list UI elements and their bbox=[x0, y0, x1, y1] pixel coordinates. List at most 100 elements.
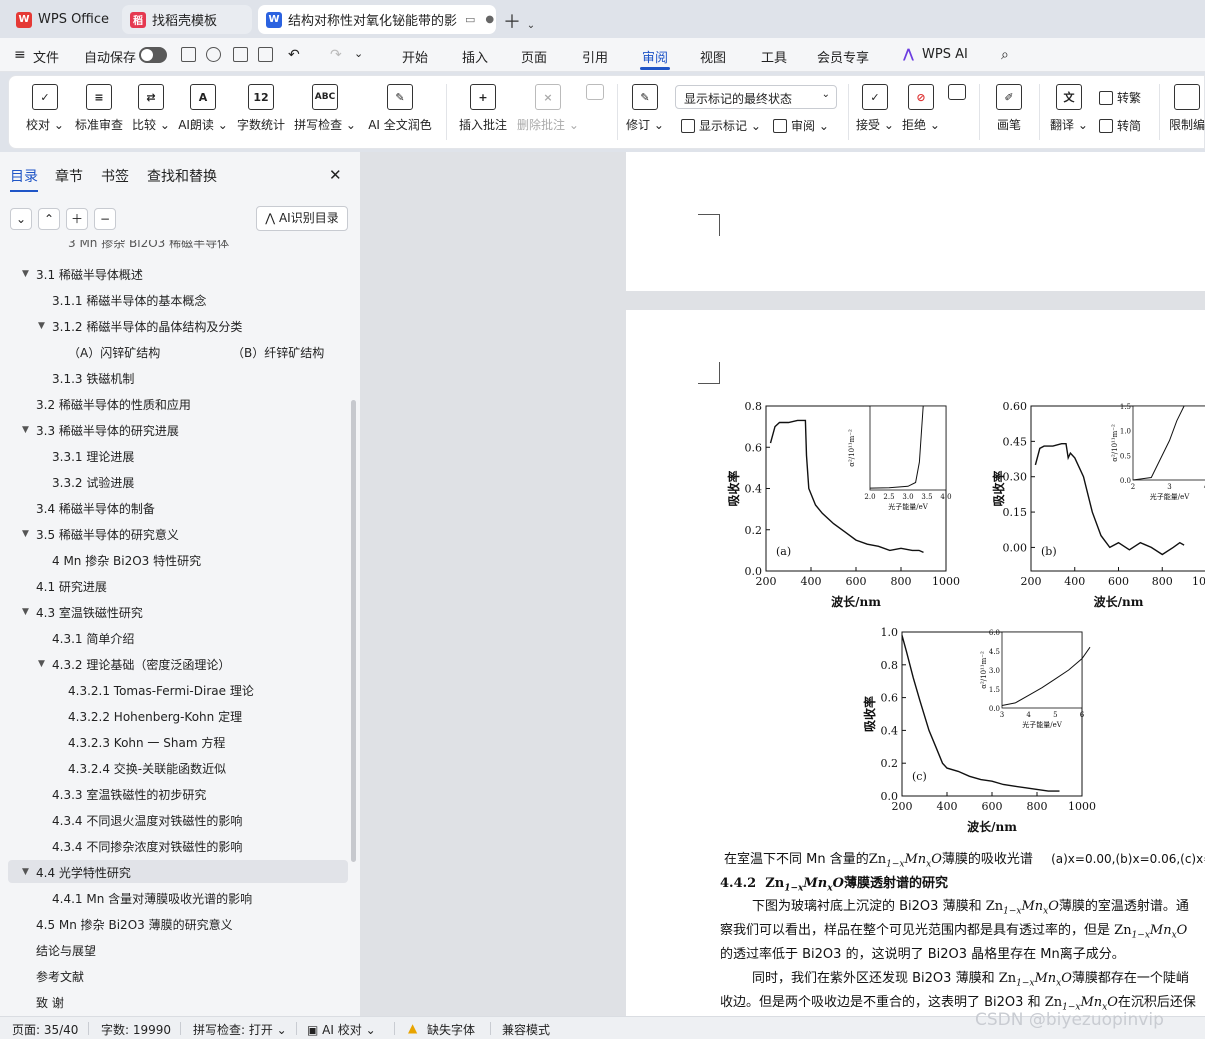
toc-item[interactable]: （A）闪锌矿结构 bbox=[68, 344, 160, 361]
markup-state-select[interactable]: 显示标记的最终状态 ⌄ bbox=[675, 85, 837, 109]
toc-item[interactable]: 致 谢 bbox=[36, 994, 64, 1011]
new-tab-button[interactable]: ＋ ⌄ bbox=[503, 8, 543, 34]
collapse-triangle-icon[interactable]: ▼ bbox=[38, 659, 45, 669]
proofread-button[interactable]: ✓ 校对 ⌄ bbox=[25, 76, 65, 148]
toc-item[interactable]: 4.3 室温铁磁性研究 bbox=[36, 604, 143, 621]
menu-member[interactable]: 会员专享 bbox=[817, 47, 869, 66]
autosave-toggle[interactable] bbox=[139, 47, 167, 63]
ai-polish-button[interactable]: ✎ AI 全文润色 bbox=[365, 76, 435, 148]
chevron-down-icon[interactable]: ⌄ bbox=[354, 47, 363, 60]
collapse-triangle-icon[interactable]: ▼ bbox=[22, 867, 29, 877]
ai-read-button[interactable]: A AI朗读 ⌄ bbox=[177, 76, 229, 148]
unsaved-dot-icon[interactable]: ● bbox=[485, 14, 494, 25]
collapse-triangle-icon[interactable]: ▼ bbox=[22, 425, 29, 435]
word-count[interactable]: 字数: 19990 bbox=[101, 1021, 171, 1038]
collapse-up-button[interactable]: ⌃ bbox=[38, 208, 60, 230]
toc-item[interactable]: 4.3.2.3 Kohn 一 Sham 方程 bbox=[68, 734, 225, 751]
delete-comment-button[interactable]: × 删除批注 ⌄ bbox=[517, 76, 579, 148]
toc-item[interactable]: 3.3.2 试验进展 bbox=[52, 474, 134, 491]
toc-item[interactable]: （B）纤锌矿结构 bbox=[232, 344, 324, 361]
translate-button[interactable]: 文翻译 ⌄ bbox=[1049, 76, 1089, 148]
menu-wps-ai[interactable]: WPS AI bbox=[922, 47, 968, 62]
toc-item[interactable]: 4 Mn 掺杂 Bi2O3 特性研究 bbox=[52, 552, 201, 569]
export-icon[interactable] bbox=[206, 47, 221, 62]
nav-tab-find-replace[interactable]: 查找和替换 bbox=[147, 166, 217, 186]
ai-check-status[interactable]: ▣ AI 校对 ⌄ bbox=[307, 1021, 376, 1038]
spell-check-status[interactable]: 拼写检查: 打开 ⌄ bbox=[193, 1021, 287, 1038]
nav-tab-bookmarks[interactable]: 书签 bbox=[101, 166, 129, 186]
menu-tools[interactable]: 工具 bbox=[761, 47, 787, 66]
compat-mode-status[interactable]: 兼容模式 bbox=[502, 1021, 550, 1038]
word-count-button[interactable]: 12 字数统计 bbox=[235, 76, 287, 148]
print-preview-icon[interactable] bbox=[258, 47, 273, 62]
tab-document[interactable]: W 结构对称性对氧化铋能带的影 ▭ ● bbox=[258, 5, 496, 34]
chevron-down-icon[interactable]: ⌄ bbox=[527, 20, 535, 31]
print-icon[interactable] bbox=[233, 47, 248, 62]
toc-item[interactable]: 3.4 稀磁半导体的制备 bbox=[36, 500, 155, 517]
toc-item[interactable]: 4.3.3 室温铁磁性的初步研究 bbox=[52, 786, 206, 803]
toc-item[interactable]: 4.1 研究进展 bbox=[36, 578, 107, 595]
add-heading-button[interactable]: ＋ bbox=[66, 208, 88, 230]
toc-item[interactable]: 4.3.1 简单介绍 bbox=[52, 630, 134, 647]
to-simplified-button[interactable]: 转简 bbox=[1099, 117, 1141, 134]
toc-item[interactable]: 结论与展望 bbox=[36, 942, 96, 959]
standard-review-button[interactable]: ≡ 标准审查 bbox=[71, 76, 127, 148]
review-pane-button[interactable]: 审阅 ⌄ bbox=[773, 117, 829, 134]
toc-item[interactable]: 4.3.2.2 Hohenberg-Kohn 定理 bbox=[68, 708, 242, 725]
collapse-triangle-icon[interactable]: ▼ bbox=[38, 321, 45, 331]
search-icon[interactable]: ⌕ bbox=[1001, 47, 1009, 63]
toc-item[interactable]: 参考文献 bbox=[36, 968, 84, 985]
save-icon[interactable] bbox=[181, 47, 196, 62]
window-icon[interactable]: ▭ bbox=[465, 13, 475, 26]
menu-start[interactable]: 开始 bbox=[402, 47, 428, 66]
ai-toc-button[interactable]: ⋀ AI识别目录 bbox=[256, 206, 348, 231]
toc-item[interactable]: 4.5 Mn 掺杂 Bi2O3 薄膜的研究意义 bbox=[36, 916, 233, 933]
file-menu[interactable]: 文件 bbox=[33, 47, 59, 66]
nav-tab-toc[interactable]: 目录 bbox=[10, 166, 38, 186]
expand-down-button[interactable]: ⌄ bbox=[10, 208, 32, 230]
spell-check-button[interactable]: ABC 拼写检查 ⌄ bbox=[294, 76, 356, 148]
remove-heading-button[interactable]: − bbox=[94, 208, 116, 230]
toc-item[interactable]: 3.5 稀磁半导体的研究意义 bbox=[36, 526, 179, 543]
nav-scrollbar[interactable] bbox=[351, 400, 356, 862]
show-markup-button[interactable]: 显示标记 ⌄ bbox=[681, 117, 761, 134]
prev-change-button[interactable] bbox=[945, 76, 969, 148]
missing-font-status[interactable]: 缺失字体 bbox=[427, 1021, 475, 1038]
track-changes-button[interactable]: ✎ 修订 ⌄ bbox=[625, 76, 665, 148]
toc-item[interactable]: 3.1.3 铁磁机制 bbox=[52, 370, 134, 387]
redo-icon[interactable]: ↷ bbox=[330, 47, 342, 63]
close-icon[interactable]: ✕ bbox=[329, 166, 342, 184]
to-traditional-button[interactable]: 转繁 bbox=[1099, 89, 1141, 106]
toc-item[interactable]: 3.1.1 稀磁半导体的基本概念 bbox=[52, 292, 206, 309]
collapse-triangle-icon[interactable]: ▼ bbox=[22, 529, 29, 539]
menu-page[interactable]: 页面 bbox=[521, 47, 547, 66]
toc-item[interactable]: 3 Mn 掺杂 Bi2O3 稀磁半导体 bbox=[68, 240, 229, 249]
hamburger-icon[interactable]: ≡ bbox=[14, 47, 26, 63]
nav-tab-chapters[interactable]: 章节 bbox=[55, 166, 83, 186]
reject-button[interactable]: ⊘ 拒绝 ⌄ bbox=[901, 76, 941, 148]
toc-item[interactable]: 4.3.2.4 交换-关联能函数近似 bbox=[68, 760, 226, 777]
toc-item[interactable]: 4.4.1 Mn 含量对薄膜吸收光谱的影响 bbox=[52, 890, 252, 907]
page-indicator[interactable]: 页面: 35/40 bbox=[12, 1021, 78, 1038]
toc-item[interactable]: 3.1.2 稀磁半导体的晶体结构及分类 bbox=[52, 318, 242, 335]
toc-item[interactable]: 4.3.4 不同掺杂浓度对铁磁性的影响 bbox=[52, 838, 242, 855]
menu-insert[interactable]: 插入 bbox=[462, 47, 488, 66]
compare-button[interactable]: ⇄ 比较 ⌄ bbox=[131, 76, 171, 148]
menu-view[interactable]: 视图 bbox=[700, 47, 726, 66]
prev-comment-button[interactable] bbox=[583, 76, 607, 148]
undo-icon[interactable]: ↶ bbox=[288, 47, 300, 63]
collapse-triangle-icon[interactable]: ▼ bbox=[22, 607, 29, 617]
tab-daoke-templates[interactable]: 稻 找稻壳模板 bbox=[122, 5, 252, 34]
toc-item-selected[interactable]: 4.4 光学特性研究 bbox=[36, 864, 131, 881]
restrict-editing-button[interactable]: 限制编 bbox=[1169, 76, 1205, 148]
toc-item[interactable]: 3.2 稀磁半导体的性质和应用 bbox=[36, 396, 191, 413]
pen-button[interactable]: ✐ 画笔 bbox=[989, 76, 1029, 148]
accept-button[interactable]: ✓ 接受 ⌄ bbox=[855, 76, 895, 148]
toc-item[interactable]: 3.3 稀磁半导体的研究进展 bbox=[36, 422, 179, 439]
menu-references[interactable]: 引用 bbox=[582, 47, 608, 66]
toc-item[interactable]: 4.3.2.1 Tomas-Fermi-Dirae 理论 bbox=[68, 682, 254, 699]
toc-item[interactable]: 3.1 稀磁半导体概述 bbox=[36, 266, 143, 283]
insert-comment-button[interactable]: + 插入批注 bbox=[457, 76, 509, 148]
toc-item[interactable]: 3.3.1 理论进展 bbox=[52, 448, 134, 465]
collapse-triangle-icon[interactable]: ▼ bbox=[22, 269, 29, 279]
